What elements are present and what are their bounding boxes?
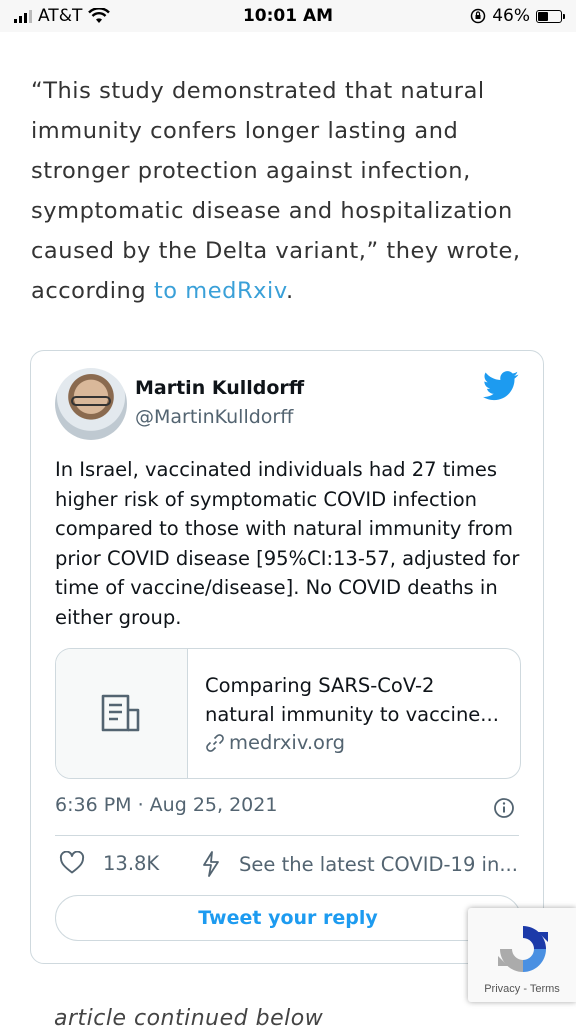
lightning-icon xyxy=(203,851,219,877)
chain-link-icon xyxy=(206,733,224,752)
document-icon xyxy=(101,694,140,732)
latest-covid-label: See the latest COVID-19 in... xyxy=(239,852,518,876)
battery-percent: 46% xyxy=(492,6,530,26)
tweet-author-name[interactable]: Martin Kulldorff xyxy=(135,377,304,399)
heart-icon xyxy=(59,851,85,874)
info-icon[interactable] xyxy=(493,797,515,819)
medrxiv-link[interactable]: to medRxiv xyxy=(154,278,286,304)
article-quote: “This study demonstrated that natural im… xyxy=(31,78,521,304)
tweet-text: In Israel, vaccinated individuals had 27… xyxy=(55,458,520,629)
tweet-timestamp[interactable]: 6:36 PM · Aug 25, 2021 xyxy=(55,794,277,816)
avatar[interactable] xyxy=(55,368,127,440)
article-paragraph: “This study demonstrated that natural im… xyxy=(31,71,546,311)
tweet-author-handle[interactable]: @MartinKulldorff xyxy=(135,406,293,428)
link-domain-label: medrxiv.org xyxy=(229,731,346,754)
link-preview-card[interactable]: Comparing SARS-CoV-2 natural immunity to… xyxy=(55,648,521,779)
status-bar: AT&T 10:01 AM 46% xyxy=(0,0,576,32)
link-thumbnail xyxy=(56,649,188,778)
latest-covid-link[interactable]: See the latest COVID-19 in... xyxy=(201,851,518,877)
tweet-reply-button[interactable]: Tweet your reply xyxy=(55,895,521,941)
like-button[interactable]: 13.8K xyxy=(59,851,159,875)
embedded-tweet[interactable]: Martin Kulldorff @MartinKulldorff In Isr… xyxy=(30,350,544,964)
article-continued-label: article continued below xyxy=(54,1006,324,1031)
twitter-bird-icon[interactable] xyxy=(483,371,519,401)
link-domain[interactable]: medrxiv.org xyxy=(205,731,345,754)
divider xyxy=(55,835,519,836)
recaptcha-icon xyxy=(498,926,548,972)
recaptcha-terms[interactable]: Privacy - Terms xyxy=(468,983,576,995)
tweet-actions: 13.8K See the latest COVID-19 in... xyxy=(55,851,525,881)
recaptcha-badge[interactable]: Privacy - Terms xyxy=(468,908,576,1002)
like-count: 13.8K xyxy=(103,851,160,875)
article-period: . xyxy=(285,278,294,304)
orientation-lock-icon xyxy=(470,8,486,24)
link-title[interactable]: Comparing SARS-CoV-2 natural immunity to… xyxy=(205,671,505,729)
battery-icon xyxy=(536,9,565,23)
